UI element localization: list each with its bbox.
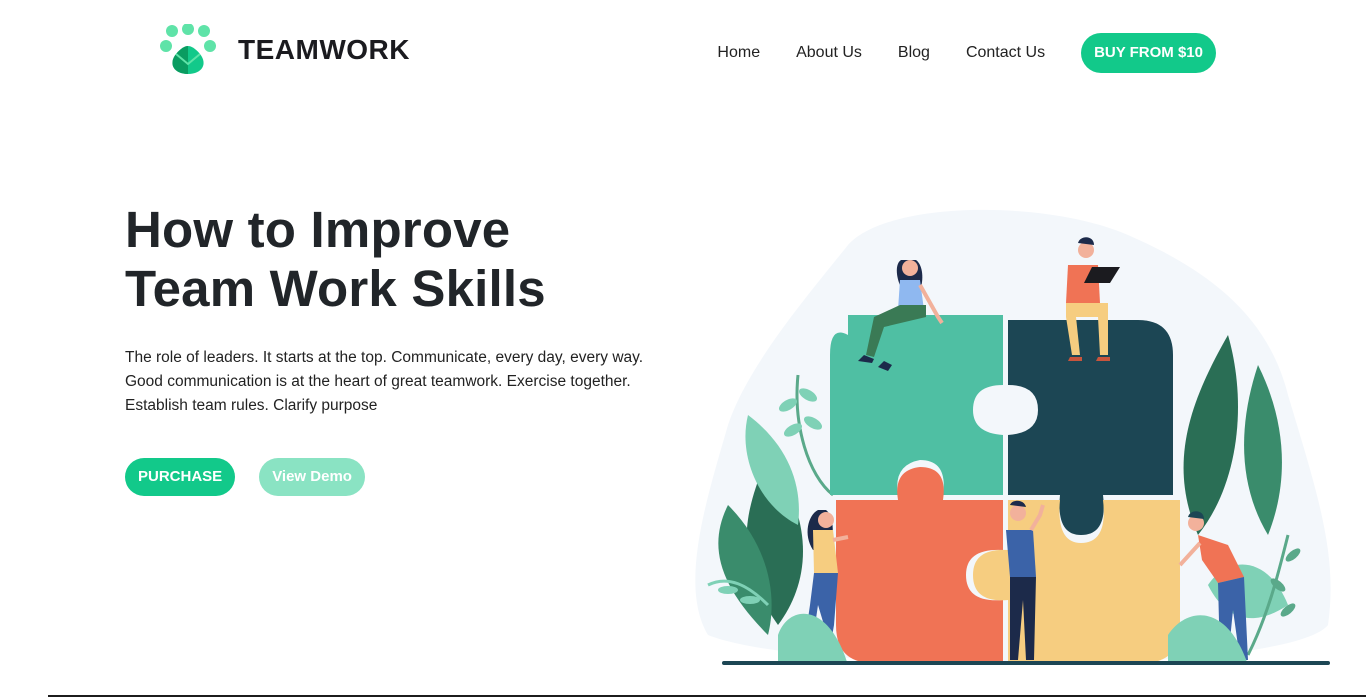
nav-about-link[interactable]: About Us [796,33,862,73]
purchase-button[interactable]: PURCHASE [125,458,236,496]
nav-blog-link[interactable]: Blog [898,33,930,73]
hero-title-line-1: How to Improve [125,201,511,258]
hero-title-line-2: Team Work Skills [125,260,546,317]
nav-home-link[interactable]: Home [717,33,760,73]
nav-contact-link[interactable]: Contact Us [966,33,1045,73]
hero-title: How to Improve Team Work Skills [125,200,685,318]
paw-icon [160,24,216,74]
main-nav: Home About Us Blog Contact Us BUY FROM $… [717,33,1216,73]
brand-name: TEAMWORK [238,34,410,65]
navbar: TEAMWORK Home About Us Blog Contact Us B… [0,0,1366,106]
team-puzzle-illustration [695,209,1331,665]
view-demo-button[interactable]: View Demo [259,458,365,496]
ground-line [722,661,1330,665]
brand-link[interactable]: TEAMWORK [160,24,410,76]
hero-buttons: PURCHASE View Demo [125,458,365,496]
hero-description: The role of leaders. It starts at the to… [125,349,644,414]
buy-button[interactable]: BUY FROM $10 [1081,33,1216,73]
